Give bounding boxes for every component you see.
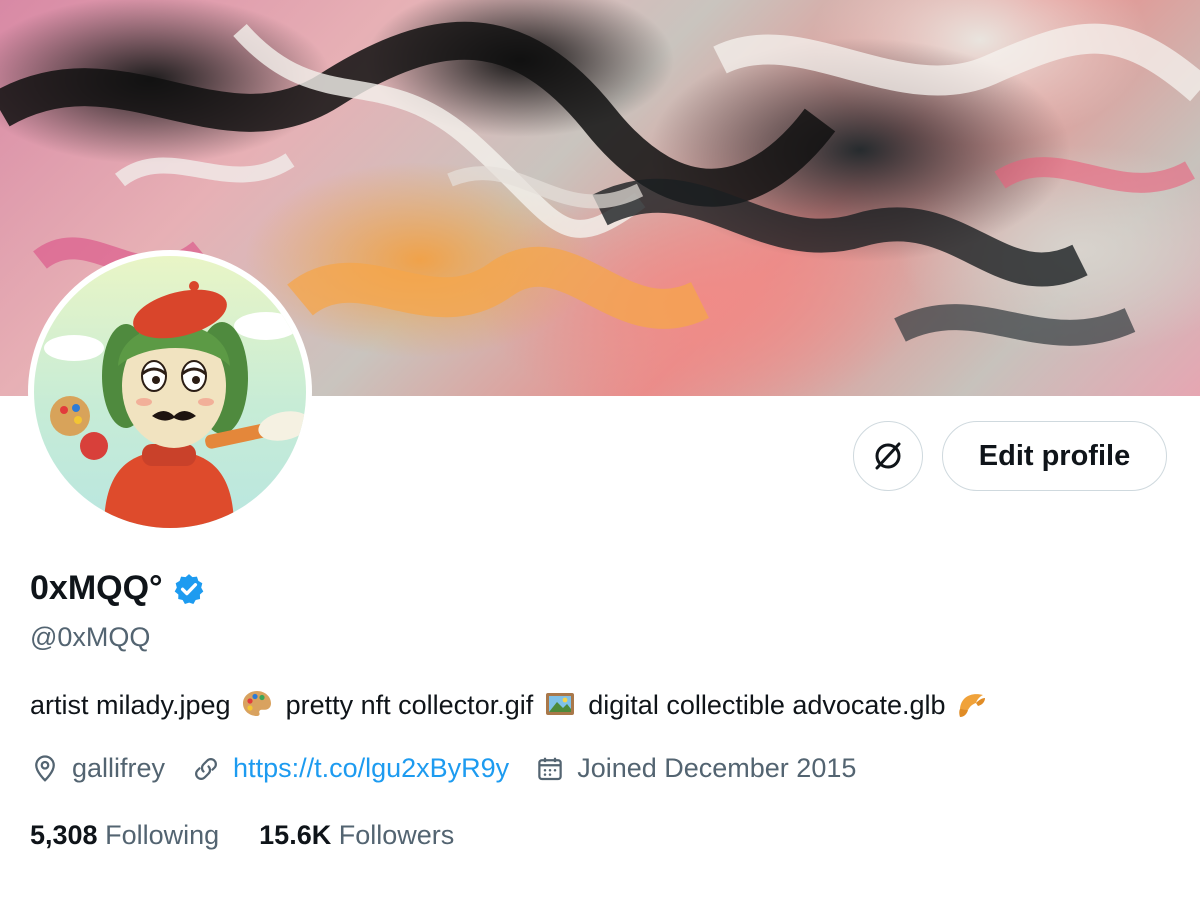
verified-badge-icon [172, 572, 206, 606]
calendar-icon [538, 757, 562, 780]
framed-picture-emoji-icon [543, 687, 577, 721]
location-text: gallifrey [72, 753, 166, 783]
following-label: Following [105, 820, 220, 850]
avatar-frame [28, 250, 312, 534]
handle: @0xMQQ [30, 622, 151, 652]
joined-item: Joined December 2015 [535, 753, 856, 784]
followers-count: 15.6K [259, 820, 332, 850]
bio-text-2: pretty nft collector.gif [285, 690, 534, 720]
croissant-emoji-icon [955, 687, 989, 721]
name-row: 0xMQQ° [30, 569, 206, 608]
website-item[interactable]: https://t.co/lgu2xByR9y [191, 753, 509, 784]
location-item: gallifrey [30, 753, 165, 784]
location-pin-icon [35, 754, 55, 782]
palette-emoji-icon [240, 687, 274, 721]
following-stat[interactable]: 5,308 Following [30, 820, 219, 851]
profile-meta: gallifrey https://t.co/lgu2xByR9y Joined… [30, 753, 882, 784]
bio-text-3: digital collectible advocate.glb [588, 690, 946, 720]
followers-label: Followers [338, 820, 455, 850]
display-name: 0xMQQ° [30, 569, 163, 607]
edit-profile-button[interactable]: Edit profile [942, 421, 1167, 491]
avatar-illustration [44, 281, 306, 528]
joined-text: Joined December 2015 [577, 753, 857, 783]
followers-stat[interactable]: 15.6K Followers [259, 820, 454, 851]
edit-profile-label: Edit profile [978, 439, 1131, 472]
avatar[interactable] [34, 256, 306, 528]
follow-stats: 5,308 Following 15.6K Followers [30, 820, 494, 851]
circle-slash-icon [875, 442, 901, 470]
bio: artist milady.jpeg pretty nft collector.… [30, 687, 993, 721]
circle-slash-button[interactable] [853, 421, 923, 491]
bio-text-1: artist milady.jpeg [30, 690, 231, 720]
website-link[interactable]: https://t.co/lgu2xByR9y [233, 753, 509, 784]
following-count: 5,308 [30, 820, 98, 850]
link-icon [195, 757, 217, 780]
